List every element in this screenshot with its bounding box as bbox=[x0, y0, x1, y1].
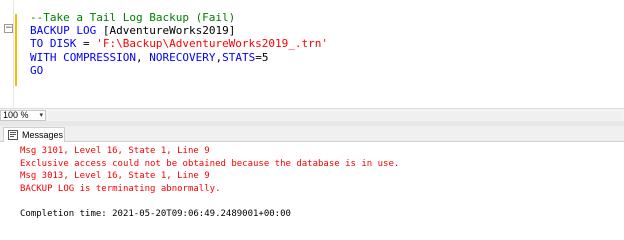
code-token: TO DISK bbox=[30, 37, 83, 51]
error-message-line: Msg 3013, Level 16, State 1, Line 9 bbox=[20, 171, 210, 181]
code-token: BACKUP LOG bbox=[30, 24, 103, 38]
code-line: BACKUP LOG [AdventureWorks2019] bbox=[30, 24, 328, 37]
horizontal-scrollbar[interactable] bbox=[48, 111, 622, 120]
code-token: GO bbox=[30, 63, 44, 77]
code-line: TO DISK = 'F:\Backup\AdventureWorks2019_… bbox=[30, 37, 328, 50]
code-line: WITH COMPRESSION, NORECOVERY,STATS=5 bbox=[30, 51, 328, 64]
code-token: NORECOVERY bbox=[149, 50, 216, 64]
zoom-value: 100 % bbox=[3, 110, 29, 120]
messages-icon bbox=[8, 130, 18, 140]
message-line: Completion time: 2021-05-20T09:06:49.248… bbox=[20, 208, 291, 219]
code-token: --Take a Tail Log Backup (Fail) bbox=[30, 11, 236, 24]
sql-code[interactable]: --Take a Tail Log Backup (Fail) BACKUP LO… bbox=[30, 11, 328, 77]
zoom-dropdown[interactable]: 100 % ▾ bbox=[0, 110, 46, 121]
code-line: GO bbox=[30, 64, 328, 77]
change-tracking-bar bbox=[15, 14, 17, 86]
code-line: --Take a Tail Log Backup (Fail) bbox=[30, 11, 328, 24]
tab-messages-label: Messages bbox=[22, 130, 64, 140]
error-message-line: Msg 3101, Level 16, State 1, Line 9 bbox=[20, 146, 210, 156]
query-editor[interactable]: − --Take a Tail Log Backup (Fail) BACKUP … bbox=[0, 0, 624, 108]
code-token: =5 bbox=[255, 50, 269, 64]
results-tab-strip: Messages bbox=[0, 126, 624, 142]
messages-text: Msg 3101, Level 16, State 1, Line 9 Exclu… bbox=[20, 145, 399, 220]
collapse-icon[interactable]: − bbox=[4, 24, 13, 33]
code-token: , bbox=[135, 50, 150, 64]
tab-messages[interactable]: Messages bbox=[3, 127, 65, 142]
code-token: STATS bbox=[222, 50, 256, 64]
chevron-down-icon: ▾ bbox=[39, 112, 43, 119]
error-message-line: Exclusive access could not be obtained b… bbox=[20, 158, 400, 169]
code-token: = bbox=[82, 37, 97, 51]
message-line bbox=[20, 195, 399, 208]
editor-status-bar: 100 % ▾ bbox=[0, 108, 624, 121]
code-token: WITH COMPRESSION bbox=[30, 50, 136, 64]
error-message-line: BACKUP LOG is terminating abnormally. bbox=[20, 183, 221, 194]
messages-pane[interactable]: Msg 3101, Level 16, State 1, Line 9 Exclu… bbox=[0, 142, 624, 226]
code-token: [AdventureWorks2019] bbox=[102, 24, 236, 38]
editor-gutter: − bbox=[0, 0, 14, 108]
code-token: 'F:\Backup\AdventureWorks2019_.trn' bbox=[96, 37, 329, 51]
